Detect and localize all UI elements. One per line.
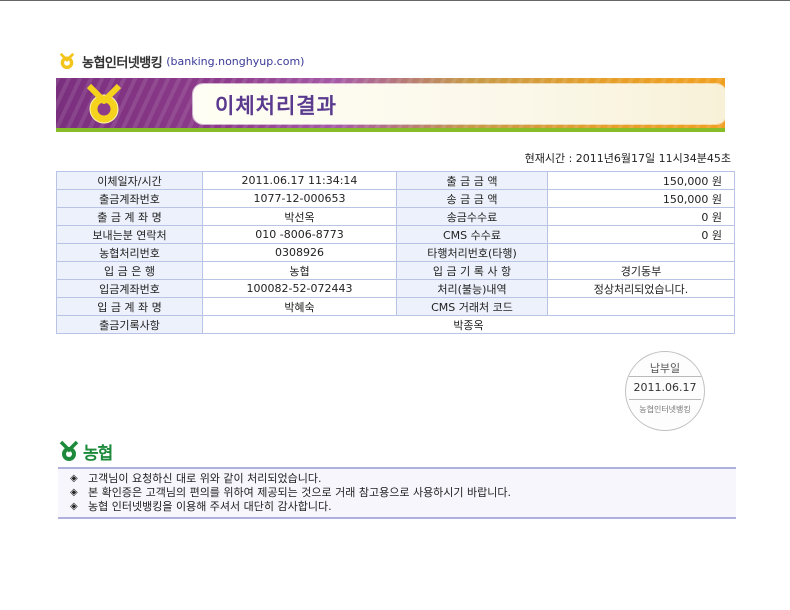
field-label: 타행처리번호(타행) — [396, 243, 548, 262]
field-value: 2011.06.17 11:34:14 — [202, 171, 397, 190]
field-value: 0308926 — [202, 243, 397, 262]
brand-name: 농협인터넷뱅킹 — [82, 55, 163, 71]
table-row: 입금계좌번호 100082-52-072443 처리(불능)내역 정상처리되었습니다. — [56, 279, 735, 298]
field-value — [547, 297, 735, 316]
field-value: 150,000 원 — [547, 171, 735, 190]
nonghyup-logo-icon — [59, 52, 75, 70]
field-label: 출 금 금 액 — [396, 171, 548, 190]
field-value: 1077-12-000653 — [202, 189, 397, 208]
notice-box: ◈ 고객님이 요청하신 대로 위와 같이 처리되었습니다. ◈ 본 확인증은 고… — [58, 467, 736, 519]
stamp-label: 납부일 — [649, 362, 681, 375]
table-row: 출 금 계 좌 명 박선옥 송금수수료 0 원 — [56, 207, 735, 226]
field-value: 0 원 — [547, 207, 735, 226]
notice-text: 본 확인증은 고객님의 편의를 위하여 제공되는 것으로 거래 참고용으로 사용… — [88, 486, 512, 499]
field-label: 출금계좌번호 — [56, 189, 203, 208]
field-label: 농협처리번호 — [56, 243, 203, 262]
footer-logo-text: 농협 — [83, 443, 113, 464]
field-label: 입 금 은 행 — [56, 261, 203, 280]
field-label: 입 금 기 록 사 항 — [396, 261, 548, 280]
footer-logo: 농협 — [58, 439, 113, 464]
field-label: 처리(불능)내역 — [396, 279, 548, 298]
brand-header: 농협인터넷뱅킹 (banking.nonghyup.com) — [58, 51, 304, 71]
field-value: 150,000 원 — [547, 189, 735, 208]
nonghyup-logo-icon — [86, 83, 122, 124]
field-value: 박선옥 — [202, 207, 397, 226]
field-value: 010 -8006-8773 — [202, 225, 397, 244]
transfer-result-table: 이체일자/시간 2011.06.17 11:34:14 출 금 금 액 150,000… — [56, 171, 735, 334]
notice-item: ◈ 농협 인터넷뱅킹을 이용해 주셔서 대단히 감사합니다. — [58, 500, 736, 514]
table-row: 이체일자/시간 2011.06.17 11:34:14 출 금 금 액 150,000… — [56, 171, 735, 190]
stamp-date: 2011.06.17 — [629, 376, 701, 400]
memo-label: 출금기록사항 — [56, 315, 203, 334]
banner-title-box: 이체처리결과 — [193, 84, 725, 124]
table-row: 농협처리번호 0308926 타행처리번호(타행) — [56, 243, 735, 262]
table-row: 출금계좌번호 1077-12-000653 송 금 금 액 150,000 원 — [56, 189, 735, 208]
notice-text: 고객님이 요청하신 대로 위와 같이 처리되었습니다. — [88, 472, 322, 485]
page-banner: 이체처리결과 — [56, 78, 725, 132]
field-label: CMS 수수료 — [396, 225, 548, 244]
banner-green-bar — [56, 128, 725, 132]
field-label: 입 금 계 좌 명 — [56, 297, 203, 316]
field-label: 보내는분 연락처 — [56, 225, 203, 244]
nonghyup-logo-icon — [59, 440, 79, 461]
field-label: CMS 거래처 코드 — [396, 297, 548, 316]
notice-item: ◈ 고객님이 요청하신 대로 위와 같이 처리되었습니다. — [58, 472, 736, 486]
field-value: 정상처리되었습니다. — [547, 279, 735, 298]
field-value: 박혜숙 — [202, 297, 397, 316]
memo-value: 박종옥 — [202, 315, 735, 334]
field-label: 이체일자/시간 — [56, 171, 203, 190]
brand-url: (banking.nonghyup.com) — [166, 54, 305, 68]
field-value: 농협 — [202, 261, 397, 280]
diamond-bullet-icon: ◈ — [70, 473, 78, 484]
stamp-bank-name: 농협인터넷뱅킹 — [639, 405, 691, 414]
field-label: 송금수수료 — [396, 207, 548, 226]
field-label: 입금계좌번호 — [56, 279, 203, 298]
top-border-line — [0, 0, 790, 1]
notice-text: 농협 인터넷뱅킹을 이용해 주셔서 대단히 감사합니다. — [88, 500, 332, 513]
field-value: 0 원 — [547, 225, 735, 244]
table-row: 입 금 은 행 농협 입 금 기 록 사 항 경기동부 — [56, 261, 735, 280]
field-value: 경기동부 — [547, 261, 735, 280]
diamond-bullet-icon: ◈ — [70, 487, 78, 498]
page-title: 이체처리결과 — [215, 94, 337, 118]
notice-item: ◈ 본 확인증은 고객님의 편의를 위하여 제공되는 것으로 거래 참고용으로 … — [58, 486, 736, 500]
field-label: 출 금 계 좌 명 — [56, 207, 203, 226]
field-value — [547, 243, 735, 262]
table-row: 보내는분 연락처 010 -8006-8773 CMS 수수료 0 원 — [56, 225, 735, 244]
table-row: 입 금 계 좌 명 박혜숙 CMS 거래처 코드 — [56, 297, 735, 316]
field-value: 100082-52-072443 — [202, 279, 397, 298]
field-label: 송 금 금 액 — [396, 189, 548, 208]
current-time: 현재시간 : 2011년6월17일 11시34분45초 — [524, 152, 731, 165]
diamond-bullet-icon: ◈ — [70, 501, 78, 512]
payment-date-stamp: 납부일 2011.06.17 농협인터넷뱅킹 — [625, 351, 705, 431]
table-row: 출금기록사항 박종옥 — [56, 315, 735, 334]
